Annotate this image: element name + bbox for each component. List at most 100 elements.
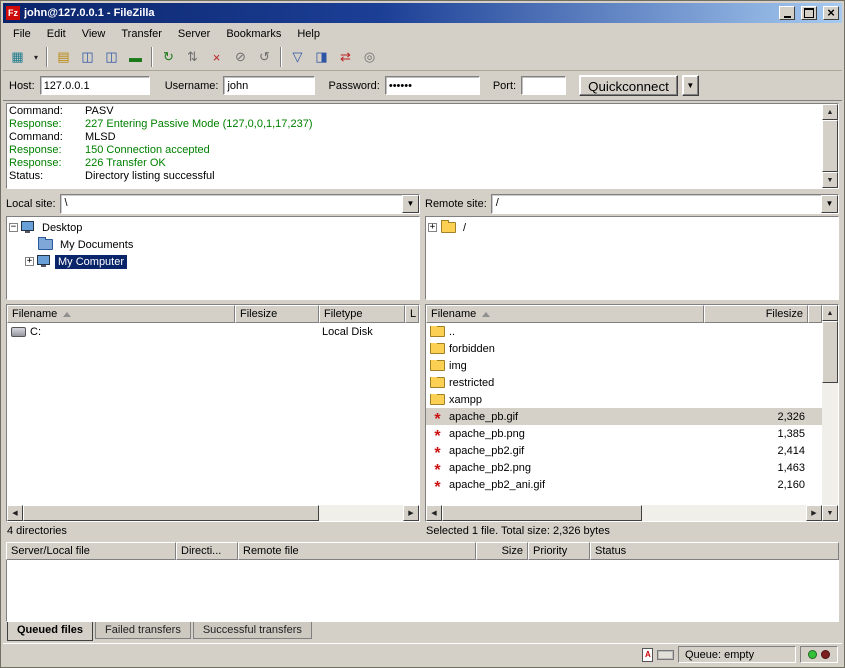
port-input[interactable]: [521, 76, 566, 95]
menu-server[interactable]: Server: [170, 25, 218, 43]
scroll-up-button[interactable]: [822, 104, 838, 120]
tab-failed-transfers[interactable]: Failed transfers: [95, 622, 191, 639]
file-row[interactable]: apache_pb2.png 1,463: [426, 459, 822, 476]
quickconnect-button[interactable]: Quickconnect: [579, 75, 678, 96]
tree-item-root[interactable]: /: [428, 219, 836, 236]
chevron-down-icon: [826, 199, 834, 208]
remote-file-list: Filename Filesize .. forbidden: [425, 304, 839, 522]
scroll-left-button[interactable]: [426, 505, 442, 521]
file-row-c-drive[interactable]: C: Local Disk: [7, 323, 419, 340]
sync-browsing-button[interactable]: ⇄: [334, 46, 357, 68]
column-header-priority[interactable]: Priority: [528, 542, 590, 560]
expand-icon[interactable]: [428, 223, 437, 232]
column-header-remote-file[interactable]: Remote file: [238, 542, 476, 560]
menu-bookmarks[interactable]: Bookmarks: [218, 25, 289, 43]
transfer-queue: Server/Local file Directi... Remote file…: [3, 542, 842, 622]
column-header-direction[interactable]: Directi...: [176, 542, 238, 560]
menu-file[interactable]: File: [5, 25, 39, 43]
log-line: Response:227 Entering Passive Mode (127,…: [9, 118, 820, 131]
scroll-down-button[interactable]: [822, 172, 838, 188]
quickconnect-dropdown-button[interactable]: [682, 75, 699, 96]
find-button[interactable]: ◎: [358, 46, 381, 68]
disconnect-button[interactable]: ⊘: [229, 46, 252, 68]
scroll-down-button[interactable]: [822, 505, 838, 521]
menu-help[interactable]: Help: [289, 25, 328, 43]
tree-item-my-computer[interactable]: My Computer: [9, 253, 417, 270]
column-header-filename[interactable]: Filename: [7, 305, 235, 323]
column-header-filename[interactable]: Filename: [426, 305, 704, 323]
file-row[interactable]: apache_pb2_ani.gif 2,160: [426, 476, 822, 493]
documents-folder-icon: [38, 239, 53, 250]
scroll-right-button[interactable]: [403, 505, 419, 521]
minimize-button[interactable]: [779, 6, 795, 20]
toggle-remote-tree-button[interactable]: ◫: [100, 46, 123, 68]
menu-edit[interactable]: Edit: [39, 25, 74, 43]
process-queue-icon: ⇅: [187, 49, 198, 65]
local-file-list: Filename Filesize Filetype L C: Local Di…: [6, 304, 420, 522]
queue-header: Server/Local file Directi... Remote file…: [6, 542, 839, 560]
file-row[interactable]: xampp: [426, 391, 822, 408]
scroll-up-button[interactable]: [822, 305, 838, 321]
image-file-icon: [430, 483, 445, 491]
toggle-local-tree-button[interactable]: ◫: [76, 46, 99, 68]
file-row-selected[interactable]: apache_pb.gif 2,326: [426, 408, 822, 425]
local-site-dropdown-button[interactable]: [402, 195, 419, 213]
tree-item-desktop[interactable]: Desktop: [9, 219, 417, 236]
scroll-left-button[interactable]: [7, 505, 23, 521]
remote-vertical-scrollbar[interactable]: [822, 305, 838, 521]
tree-item-my-documents[interactable]: My Documents: [9, 236, 417, 253]
host-input[interactable]: [40, 76, 150, 95]
column-header-lastmodified[interactable]: L: [405, 305, 419, 323]
image-file-icon: [430, 415, 445, 423]
collapse-icon[interactable]: [9, 223, 18, 232]
local-site-combo[interactable]: \: [60, 194, 420, 214]
column-header-size[interactable]: Size: [476, 542, 528, 560]
local-horizontal-scrollbar[interactable]: [7, 505, 419, 521]
process-queue-button[interactable]: ⇅: [181, 46, 204, 68]
sync-browsing-icon: ⇄: [340, 49, 351, 65]
remote-list-header: Filename Filesize: [426, 305, 822, 323]
scrollbar-thumb[interactable]: [822, 321, 838, 383]
file-row[interactable]: ..: [426, 323, 822, 340]
cancel-button[interactable]: ×: [205, 46, 228, 68]
scrollbar-thumb[interactable]: [23, 505, 319, 521]
remote-site-dropdown-button[interactable]: [821, 195, 838, 213]
indicator-red-icon: [821, 650, 830, 659]
menu-view[interactable]: View: [74, 25, 114, 43]
refresh-button[interactable]: ↻: [157, 46, 180, 68]
filter-button[interactable]: ▽: [286, 46, 309, 68]
scroll-right-button[interactable]: [806, 505, 822, 521]
file-row[interactable]: apache_pb.png 1,385: [426, 425, 822, 442]
close-button[interactable]: [823, 6, 839, 20]
site-manager-dropdown-button[interactable]: ▾: [30, 46, 42, 68]
directory-comparison-button[interactable]: ◨: [310, 46, 333, 68]
column-header-filesize[interactable]: Filesize: [704, 305, 808, 323]
username-input[interactable]: [223, 76, 315, 95]
titlebar[interactable]: Fz john@127.0.0.1 - FileZilla: [3, 3, 842, 23]
toggle-message-log-button[interactable]: ▤: [52, 46, 75, 68]
file-row[interactable]: apache_pb2.gif 2,414: [426, 442, 822, 459]
password-input[interactable]: [385, 76, 480, 95]
column-header-status[interactable]: Status: [590, 542, 839, 560]
menu-transfer[interactable]: Transfer: [113, 25, 170, 43]
column-header-server-local-file[interactable]: Server/Local file: [6, 542, 176, 560]
expand-icon[interactable]: [25, 257, 34, 266]
column-header-filetype[interactable]: Filetype: [319, 305, 405, 323]
local-pane: Local site: \ Desktop My Documents: [6, 193, 420, 540]
tab-successful-transfers[interactable]: Successful transfers: [193, 622, 312, 639]
scrollbar-thumb[interactable]: [822, 120, 838, 172]
folder-icon: [430, 343, 445, 354]
reconnect-button[interactable]: ↺: [253, 46, 276, 68]
remote-horizontal-scrollbar[interactable]: [426, 505, 822, 521]
file-row[interactable]: restricted: [426, 374, 822, 391]
toggle-queue-button[interactable]: ▬: [124, 46, 147, 68]
maximize-button[interactable]: [801, 6, 817, 20]
column-header-filesize[interactable]: Filesize: [235, 305, 319, 323]
remote-site-combo[interactable]: /: [491, 194, 839, 214]
file-row[interactable]: img: [426, 357, 822, 374]
file-row[interactable]: forbidden: [426, 340, 822, 357]
site-manager-button[interactable]: ▦: [6, 46, 29, 68]
tab-queued-files[interactable]: Queued files: [7, 622, 93, 641]
log-scrollbar[interactable]: [822, 104, 838, 188]
scrollbar-thumb[interactable]: [442, 505, 642, 521]
